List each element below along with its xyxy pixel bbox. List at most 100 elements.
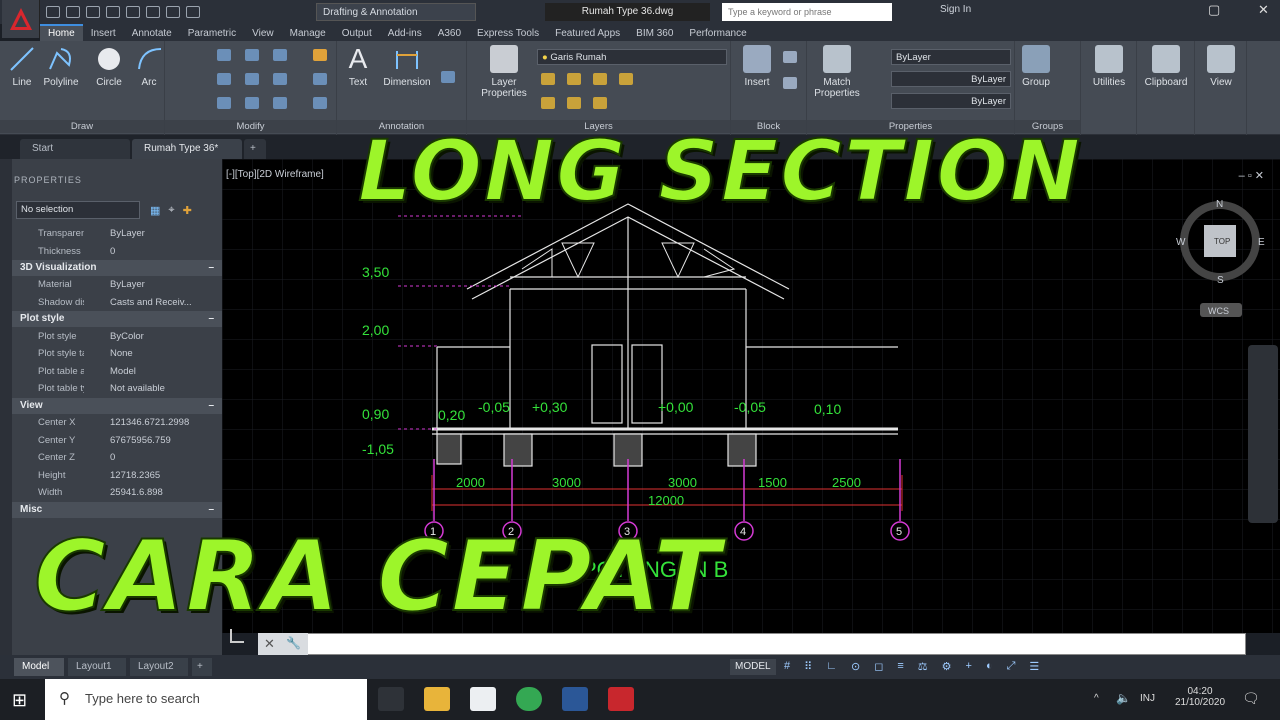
lineweight-dropdown[interactable]: ByLayer	[891, 93, 1011, 109]
draw-panel-title[interactable]: Draw	[0, 120, 164, 133]
line-button[interactable]: Line	[6, 45, 38, 88]
share-icon[interactable]	[186, 6, 200, 18]
layer-walk-icon[interactable]	[593, 97, 607, 109]
tab-model[interactable]: Model	[14, 658, 64, 676]
layer-properties-button[interactable]: Layer Properties	[477, 45, 531, 99]
model-space-button[interactable]: MODEL	[730, 659, 776, 675]
compass-west[interactable]: W	[1176, 237, 1186, 248]
language-indicator[interactable]: INJ	[1140, 693, 1155, 704]
compass-south[interactable]: S	[1217, 275, 1224, 286]
fullscreen-icon[interactable]: ⤢	[1007, 660, 1016, 674]
file-explorer-icon[interactable]	[424, 687, 450, 711]
pickadd-icon[interactable]: ✚	[183, 204, 192, 217]
color-dropdown[interactable]: ByLayer	[891, 49, 1011, 65]
wcs-menu[interactable]: WCS	[1208, 306, 1229, 316]
tray-up-icon[interactable]: ^	[1094, 693, 1099, 704]
tab-insert[interactable]: Insert	[83, 26, 124, 41]
scale-icon[interactable]	[245, 97, 259, 109]
tab-manage[interactable]: Manage	[282, 26, 334, 41]
close-command-icon[interactable]: ✕	[264, 636, 275, 652]
chrome-icon[interactable]	[516, 687, 542, 711]
windows-start-icon[interactable]: ⊞	[12, 690, 27, 711]
annotation-scale-icon[interactable]: ⚖	[918, 660, 928, 674]
view-button[interactable]: View	[1201, 45, 1241, 88]
tab-bim360[interactable]: BIM 360	[628, 26, 681, 41]
array-icon[interactable]	[273, 97, 287, 109]
trim-icon[interactable]	[273, 49, 287, 61]
section-3d-visualization[interactable]: 3D Visualization –	[12, 260, 222, 277]
snap-icon[interactable]: ⠿	[804, 660, 812, 674]
undo-icon[interactable]	[146, 6, 160, 18]
section-view[interactable]: View –	[12, 397, 222, 414]
layer-dropdown[interactable]: ● Garis Rumah	[537, 49, 727, 65]
quick-select-icon[interactable]: ▦	[150, 204, 160, 217]
arc-button[interactable]: Arc	[134, 45, 164, 88]
tab-addins[interactable]: Add-ins	[380, 26, 430, 41]
customization-icon[interactable]: ☰	[1029, 660, 1039, 674]
osnap-icon[interactable]: ◻	[874, 660, 883, 674]
workspace-dropdown[interactable]: Drafting & Annotation	[316, 3, 476, 21]
workspace-icon[interactable]: ⚙	[942, 660, 952, 674]
autocad-taskbar-icon[interactable]	[608, 687, 634, 711]
task-view-icon[interactable]	[378, 687, 404, 711]
text-button[interactable]: A Text	[341, 45, 375, 89]
insert-button[interactable]: Insert	[737, 45, 777, 88]
sign-in-link[interactable]: Sign In	[940, 4, 971, 15]
create-block-icon[interactable]	[783, 51, 797, 63]
add-layout-button[interactable]: +	[192, 658, 212, 676]
tab-rumah-type-36[interactable]: Rumah Type 36*	[132, 139, 242, 159]
layer-off-icon[interactable]	[541, 73, 555, 85]
command-line-input[interactable]	[258, 633, 1246, 655]
layer-freeze-icon[interactable]	[593, 73, 607, 85]
volume-icon[interactable]: 🔈	[1116, 691, 1131, 705]
edit-block-icon[interactable]	[783, 77, 797, 89]
group-button[interactable]: Group	[1017, 45, 1055, 88]
layer-match-icon[interactable]	[541, 97, 555, 109]
saveas-icon[interactable]	[106, 6, 120, 18]
tab-layout1[interactable]: Layout1	[68, 658, 126, 676]
lineweight-icon[interactable]: ≡	[897, 660, 903, 674]
grid-icon[interactable]: #	[784, 660, 790, 674]
save-icon[interactable]	[86, 6, 100, 18]
tab-annotate[interactable]: Annotate	[124, 26, 180, 41]
search-input[interactable]: Type a keyword or phrase	[722, 3, 892, 21]
utilities-button[interactable]: Utilities	[1085, 45, 1133, 88]
plus-icon[interactable]: +	[966, 660, 972, 674]
close-icon[interactable]: ✕	[1258, 2, 1269, 18]
stretch-icon[interactable]	[217, 97, 231, 109]
polyline-button[interactable]: Polyline	[42, 45, 80, 88]
tab-start[interactable]: Start	[20, 139, 130, 159]
tab-layout2[interactable]: Layout2	[130, 658, 188, 676]
fillet-icon[interactable]	[273, 73, 287, 85]
tab-featured-apps[interactable]: Featured Apps	[547, 26, 628, 41]
notifications-icon[interactable]: 🗨	[1242, 690, 1260, 707]
select-objects-icon[interactable]: ⌖	[168, 204, 174, 217]
mail-icon[interactable]	[470, 687, 496, 711]
ortho-icon[interactable]: ∟	[826, 660, 837, 674]
tab-a360[interactable]: A360	[430, 26, 469, 41]
offset-icon[interactable]	[313, 97, 327, 109]
explode-icon[interactable]	[313, 73, 327, 85]
tab-express-tools[interactable]: Express Tools	[469, 26, 547, 41]
linetype-dropdown[interactable]: ByLayer	[891, 71, 1011, 87]
word-icon[interactable]	[562, 687, 588, 711]
new-icon[interactable]	[46, 6, 60, 18]
selection-dropdown[interactable]: No selection	[16, 201, 140, 219]
layer-isolate-icon[interactable]	[567, 73, 581, 85]
viewport-window-controls[interactable]: – ▫ ✕	[1239, 169, 1264, 182]
customize-icon[interactable]: 🔧	[286, 636, 301, 650]
section-plot-style[interactable]: Plot style –	[12, 311, 222, 328]
copy-icon[interactable]	[217, 73, 231, 85]
layer-previous-icon[interactable]	[567, 97, 581, 109]
modify-panel-title[interactable]: Modify	[165, 120, 336, 133]
table-icon[interactable]	[441, 71, 455, 83]
mirror-icon[interactable]	[245, 73, 259, 85]
tab-performance[interactable]: Performance	[681, 26, 754, 41]
tab-home[interactable]: Home	[40, 24, 83, 41]
erase-icon[interactable]	[313, 49, 327, 61]
compass-north[interactable]: N	[1216, 199, 1223, 210]
viewcube-top[interactable]: TOP	[1214, 237, 1230, 246]
section-misc[interactable]: Misc –	[12, 501, 222, 518]
rotate-icon[interactable]	[245, 49, 259, 61]
tab-view[interactable]: View	[244, 26, 282, 41]
